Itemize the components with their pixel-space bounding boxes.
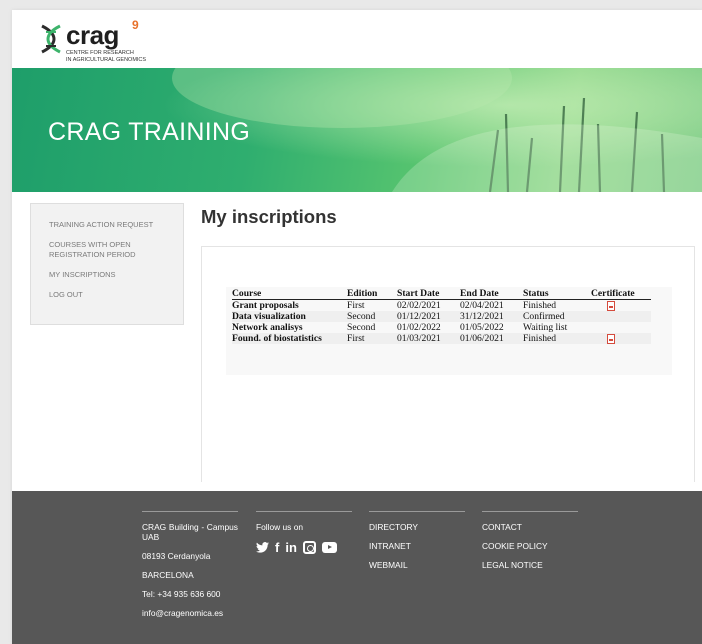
cell-status: Finished — [523, 300, 557, 311]
sidebar-item-training-action-request[interactable]: TRAINING ACTION REQUEST — [49, 220, 183, 230]
footer-link-webmail[interactable]: WEBMAIL — [369, 560, 465, 570]
cell-end-date: 01/06/2021 — [460, 333, 523, 344]
cell-status: Waiting list — [523, 322, 568, 333]
footer-links-1: DIRECTORY INTRANET WEBMAIL — [369, 511, 465, 579]
footer-email[interactable]: info@cragenomica.es — [142, 608, 238, 618]
footer-follow-label: Follow us on — [256, 522, 304, 532]
logo-tagline-line2: IN AGRICULTURAL GENOMICS — [66, 56, 147, 63]
footer-address-line2: 08193 Cerdanyola — [142, 551, 211, 561]
column-header-end-date: End Date — [460, 288, 523, 300]
pdf-icon[interactable] — [607, 333, 615, 344]
footer-address-line3: BARCELONA — [142, 570, 194, 580]
table-row: Found. of biostatistics First 01/03/2021… — [232, 333, 651, 344]
hero-title: CRAG TRAINING — [48, 118, 251, 146]
hero-banner: CRAG TRAINING — [12, 68, 702, 192]
cell-certificate — [591, 300, 651, 312]
footer-link-intranet[interactable]: INTRANET — [369, 541, 465, 551]
cell-certificate — [591, 333, 651, 344]
cell-status: Confirmed — [523, 311, 591, 322]
cell-start-date: 01/02/2022 — [397, 322, 441, 333]
footer-address-line1: CRAG Building - Campus UAB — [142, 522, 238, 542]
site-footer: CRAG Building - Campus UAB 08193 Cerdany… — [12, 491, 702, 644]
cell-end-date: 31/12/2021 — [460, 311, 523, 322]
facebook-icon[interactable]: f — [275, 541, 279, 554]
cell-edition: First — [347, 300, 365, 311]
cell-end-date: 01/05/2022 — [460, 322, 504, 333]
table-header-row: Course Edition Start Date End Date Statu… — [232, 288, 651, 300]
logo-wordmark: crag — [66, 20, 119, 50]
twitter-icon[interactable] — [256, 542, 269, 553]
table-row: Data visualization Second 01/12/2021 31/… — [232, 311, 651, 322]
social-icons: f in — [256, 541, 352, 554]
cell-start-date: 02/02/2021 — [397, 300, 441, 311]
footer-link-legal-notice[interactable]: LEGAL NOTICE — [482, 560, 578, 570]
cell-certificate — [591, 311, 651, 322]
table-row: Network analisys Second 01/02/2022 01/05… — [232, 322, 651, 333]
inscriptions-panel: Course Edition Start Date End Date Statu… — [201, 246, 695, 482]
column-header-status: Status — [523, 288, 591, 300]
logo-superscript: 9 — [132, 18, 139, 32]
footer-link-cookie-policy[interactable]: COOKIE POLICY — [482, 541, 578, 551]
sidebar-item-log-out[interactable]: LOG OUT — [49, 290, 183, 300]
cell-start-date: 01/12/2021 — [397, 311, 460, 322]
cell-edition: First — [347, 333, 397, 344]
page: crag 9 CENTRE FOR RESEARCH IN AGRICULTUR… — [12, 10, 702, 644]
cell-end-date: 02/04/2021 — [460, 300, 504, 311]
footer-link-contact[interactable]: CONTACT — [482, 522, 578, 532]
cell-course: Data visualization — [232, 311, 347, 322]
sidebar-item-open-courses[interactable]: COURSES WITH OPEN REGISTRATION PERIOD — [49, 240, 159, 260]
page-title: My inscriptions — [201, 206, 337, 227]
table-row: Grant proposals First 02/02/2021 02/04/2… — [232, 300, 651, 312]
footer-social: Follow us on f in — [256, 511, 352, 554]
column-header-start-date: Start Date — [397, 288, 460, 300]
footer-link-directory[interactable]: DIRECTORY — [369, 522, 465, 532]
footer-links-2: CONTACT COOKIE POLICY LEGAL NOTICE — [482, 511, 578, 579]
sidebar-nav: TRAINING ACTION REQUEST COURSES WITH OPE… — [30, 203, 184, 325]
logo-tagline: CENTRE FOR RESEARCH IN AGRICULTURAL GENO… — [66, 50, 186, 63]
cell-course: Network analisys — [232, 322, 303, 333]
cell-status: Finished — [523, 333, 591, 344]
cell-edition: Second — [347, 322, 376, 333]
sidebar-item-my-inscriptions[interactable]: MY INSCRIPTIONS — [49, 270, 183, 280]
cell-course: Found. of biostatistics — [232, 333, 347, 344]
instagram-icon[interactable] — [302, 541, 316, 554]
cell-course: Grant proposals — [232, 300, 299, 311]
footer-phone: Tel: +34 935 636 600 — [142, 589, 221, 599]
cell-start-date: 01/03/2021 — [397, 333, 460, 344]
column-header-course: Course — [232, 288, 347, 300]
youtube-icon[interactable] — [321, 542, 337, 553]
cell-edition: Second — [347, 311, 397, 322]
column-header-certificate: Certificate — [591, 288, 651, 300]
footer-address: CRAG Building - Campus UAB 08193 Cerdany… — [142, 511, 238, 627]
pdf-icon[interactable] — [607, 300, 615, 311]
linkedin-icon[interactable]: in — [285, 541, 297, 554]
cell-certificate — [591, 322, 651, 333]
inscriptions-table: Course Edition Start Date End Date Statu… — [232, 288, 651, 344]
column-header-edition: Edition — [347, 288, 397, 300]
dna-helix-icon — [41, 24, 61, 54]
